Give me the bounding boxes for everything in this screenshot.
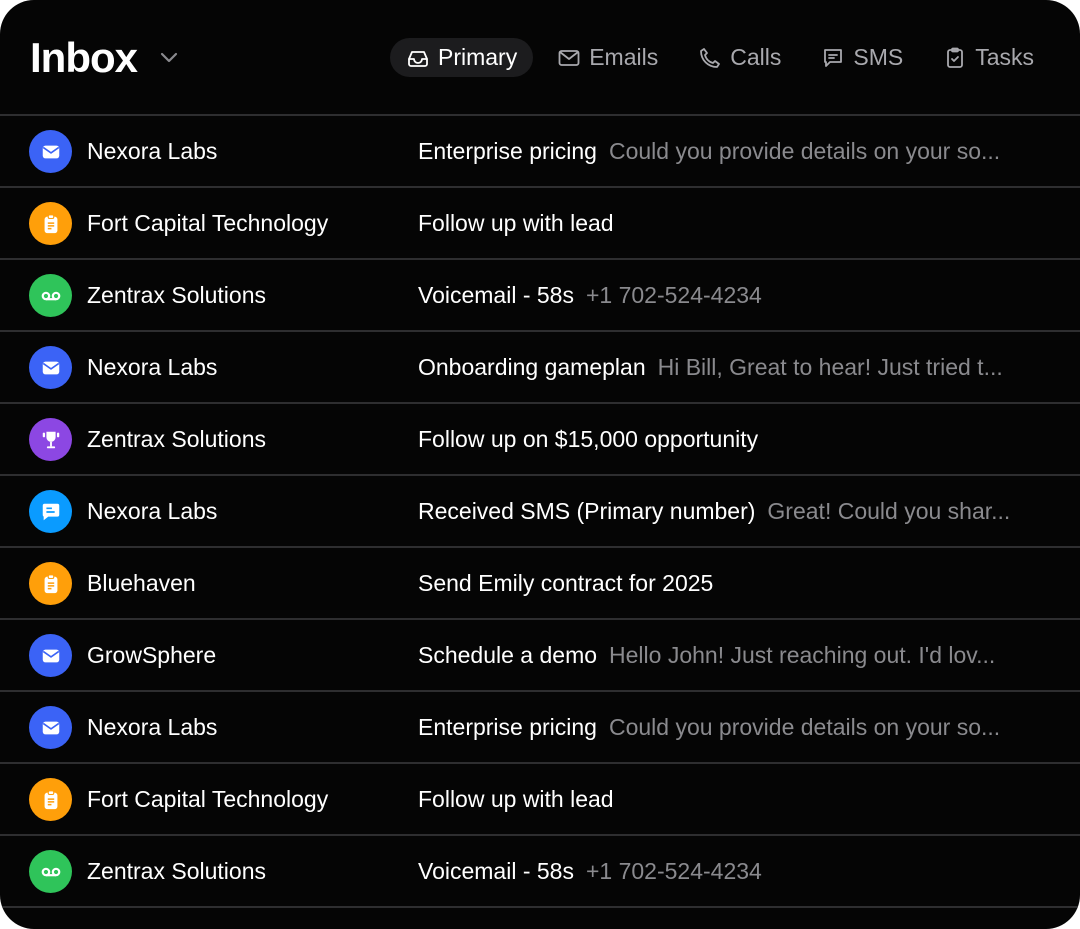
clipboard-icon: [29, 778, 72, 821]
tab-sms[interactable]: SMS: [805, 38, 919, 77]
list-item[interactable]: Zentrax Solutions Voicemail - 58s +1 702-…: [0, 260, 1080, 332]
subject: Voicemail - 58s: [418, 282, 574, 308]
preview: Could you provide details on your so...: [609, 714, 1000, 740]
clipboard-icon: [29, 562, 72, 605]
clipboard-icon: [29, 202, 72, 245]
chevron-down-icon[interactable]: [158, 46, 180, 68]
contact-name: GrowSphere: [87, 642, 216, 669]
mail-icon: [29, 634, 72, 677]
contact-name: Nexora Labs: [87, 354, 217, 381]
list-item[interactable]: Fort Capital Technology Follow up with l…: [0, 764, 1080, 836]
preview: Could you provide details on your so...: [609, 138, 1000, 164]
tab-calls[interactable]: Calls: [682, 38, 797, 77]
subject: Schedule a demo: [418, 642, 597, 668]
subject: Follow up on $15,000 opportunity: [418, 426, 758, 452]
list-item[interactable]: Nexora Labs Enterprise pricing Could you …: [0, 116, 1080, 188]
inbox-panel: Inbox Primary Emails Calls SMS Tasks Nexora …: [0, 0, 1080, 929]
mail-icon: [29, 346, 72, 389]
tab-label: Emails: [589, 44, 658, 71]
message-icon: [29, 490, 72, 533]
list-item[interactable]: Nexora Labs Received SMS (Primary number…: [0, 476, 1080, 548]
message-summary: Enterprise pricing Could you provide deta…: [418, 138, 1050, 165]
message-summary: Follow up with lead: [418, 786, 1050, 813]
inbox-list: Nexora Labs Enterprise pricing Could you …: [0, 114, 1080, 908]
message-summary: Enterprise pricing Could you provide deta…: [418, 714, 1050, 741]
subject: Enterprise pricing: [418, 714, 597, 740]
inbox-icon: [406, 46, 430, 70]
preview: Hi Bill, Great to hear! Just tried t...: [658, 354, 1003, 380]
message-summary: Voicemail - 58s +1 702-524-4234: [418, 282, 1050, 309]
list-item[interactable]: Fort Capital Technology Follow up with l…: [0, 188, 1080, 260]
tab-emails[interactable]: Emails: [541, 38, 674, 77]
contact-name: Nexora Labs: [87, 714, 217, 741]
message-summary: Schedule a demo Hello John! Just reaching…: [418, 642, 1050, 669]
subject: Enterprise pricing: [418, 138, 597, 164]
subject: Send Emily contract for 2025: [418, 570, 713, 596]
list-item[interactable]: GrowSphere Schedule a demo Hello John! Ju…: [0, 620, 1080, 692]
tab-tasks[interactable]: Tasks: [927, 38, 1050, 77]
contact-name: Nexora Labs: [87, 138, 217, 165]
preview: Hello John! Just reaching out. I'd lov..…: [609, 642, 995, 668]
subject: Onboarding gameplan: [418, 354, 646, 380]
trophy-icon: [29, 418, 72, 461]
contact-name: Fort Capital Technology: [87, 786, 328, 813]
preview: Great! Could you shar...: [767, 498, 1010, 524]
tab-primary[interactable]: Primary: [390, 38, 533, 77]
message-summary: Follow up with lead: [418, 210, 1050, 237]
clipboard-icon: [943, 46, 967, 70]
message-summary: Follow up on $15,000 opportunity: [418, 426, 1050, 453]
message-summary: Onboarding gameplan Hi Bill, Great to hea…: [418, 354, 1050, 381]
contact-name: Nexora Labs: [87, 498, 217, 525]
preview: +1 702-524-4234: [586, 858, 762, 884]
list-item[interactable]: Zentrax Solutions Voicemail - 58s +1 702-…: [0, 836, 1080, 908]
page-title: Inbox: [30, 34, 137, 82]
mail-icon: [29, 130, 72, 173]
voicemail-icon: [29, 850, 72, 893]
tab-label: Tasks: [975, 44, 1034, 71]
subject: Received SMS (Primary number): [418, 498, 755, 524]
subject: Voicemail - 58s: [418, 858, 574, 884]
list-item[interactable]: Nexora Labs Onboarding gameplan Hi Bill, …: [0, 332, 1080, 404]
message-summary: Voicemail - 58s +1 702-524-4234: [418, 858, 1050, 885]
contact-name: Zentrax Solutions: [87, 426, 266, 453]
mail-icon: [29, 706, 72, 749]
tab-bar: Primary Emails Calls SMS Tasks: [390, 38, 1050, 77]
mail-icon: [557, 46, 581, 70]
tab-label: Primary: [438, 44, 517, 71]
tab-label: SMS: [853, 44, 903, 71]
list-item[interactable]: Bluehaven Send Emily contract for 2025: [0, 548, 1080, 620]
message-icon: [821, 46, 845, 70]
voicemail-icon: [29, 274, 72, 317]
message-summary: Send Emily contract for 2025: [418, 570, 1050, 597]
phone-icon: [698, 46, 722, 70]
subject: Follow up with lead: [418, 210, 614, 236]
tab-label: Calls: [730, 44, 781, 71]
message-summary: Received SMS (Primary number) Great! Coul…: [418, 498, 1050, 525]
subject: Follow up with lead: [418, 786, 614, 812]
preview: +1 702-524-4234: [586, 282, 762, 308]
header: Inbox Primary Emails Calls SMS Tasks: [0, 0, 1080, 114]
contact-name: Fort Capital Technology: [87, 210, 328, 237]
contact-name: Zentrax Solutions: [87, 282, 266, 309]
contact-name: Zentrax Solutions: [87, 858, 266, 885]
contact-name: Bluehaven: [87, 570, 196, 597]
list-item[interactable]: Nexora Labs Enterprise pricing Could you …: [0, 692, 1080, 764]
list-item[interactable]: Zentrax Solutions Follow up on $15,000 o…: [0, 404, 1080, 476]
